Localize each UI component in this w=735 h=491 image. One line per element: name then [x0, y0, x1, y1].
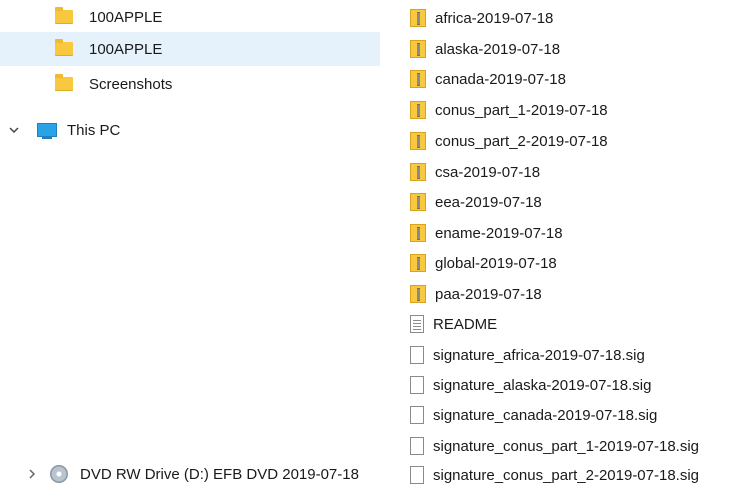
file-icon: [410, 466, 424, 484]
dvd-drive-icon: [50, 465, 68, 483]
file-name: signature_canada-2019-07-18.sig: [433, 406, 658, 424]
file-item[interactable]: signature_canada-2019-07-18.sig: [410, 403, 657, 427]
file-item[interactable]: README: [410, 312, 497, 336]
file-item[interactable]: alaska-2019-07-18: [410, 37, 560, 61]
file-item[interactable]: paa-2019-07-18: [410, 282, 542, 306]
nav-item-label: Screenshots: [89, 75, 173, 93]
file-item[interactable]: signature_alaska-2019-07-18.sig: [410, 373, 651, 397]
nav-item-label: This PC: [67, 121, 121, 139]
file-name: ename-2019-07-18: [435, 224, 563, 242]
file-item[interactable]: eea-2019-07-18: [410, 190, 542, 214]
file-name: conus_part_2-2019-07-18: [435, 132, 608, 150]
file-icon: [410, 376, 424, 394]
file-item[interactable]: africa-2019-07-18: [410, 6, 553, 30]
nav-item-label: 100APPLE: [89, 8, 163, 26]
navigation-pane: 100APPLE 100APPLE Screenshots This PC DV…: [0, 0, 380, 491]
computer-icon: [37, 123, 57, 139]
file-item[interactable]: signature_africa-2019-07-18.sig: [410, 343, 645, 367]
zip-folder-icon: [410, 285, 426, 303]
file-item[interactable]: csa-2019-07-18: [410, 160, 540, 184]
file-name: conus_part_1-2019-07-18: [435, 101, 608, 119]
zip-folder-icon: [410, 254, 426, 272]
zip-folder-icon: [410, 193, 426, 211]
zip-folder-icon: [410, 9, 426, 27]
file-item[interactable]: canada-2019-07-18: [410, 67, 566, 91]
zip-folder-icon: [410, 70, 426, 88]
file-item[interactable]: ename-2019-07-18: [410, 221, 563, 245]
file-icon: [410, 406, 424, 424]
file-name: README: [433, 315, 498, 333]
nav-item-label: 100APPLE: [89, 40, 163, 58]
file-name: paa-2019-07-18: [435, 285, 542, 303]
zip-folder-icon: [410, 101, 426, 119]
zip-folder-icon: [410, 132, 426, 150]
nav-item-this-pc[interactable]: This PC: [0, 113, 380, 147]
zip-folder-icon: [410, 40, 426, 58]
folder-icon: [55, 74, 73, 91]
file-icon: [410, 437, 424, 455]
nav-item-dvd-drive[interactable]: DVD RW Drive (D:) EFB DVD 2019-07-18: [0, 457, 380, 491]
nav-item-label: DVD RW Drive (D:) EFB DVD 2019-07-18: [80, 465, 359, 483]
nav-item-screenshots[interactable]: Screenshots: [0, 67, 380, 101]
zip-folder-icon: [410, 163, 426, 181]
file-icon: [410, 346, 424, 364]
zip-folder-icon: [410, 224, 426, 242]
file-name: signature_alaska-2019-07-18.sig: [433, 376, 652, 394]
chevron-right-icon[interactable]: [25, 467, 39, 481]
file-name: eea-2019-07-18: [435, 193, 542, 211]
chevron-down-icon[interactable]: [7, 123, 21, 137]
file-name: signature_conus_part_2-2019-07-18.sig: [433, 466, 700, 484]
file-item[interactable]: conus_part_2-2019-07-18: [410, 129, 608, 153]
text-file-icon: [410, 315, 424, 333]
file-name: alaska-2019-07-18: [435, 40, 561, 58]
nav-item-100apple[interactable]: 100APPLE: [0, 0, 380, 34]
file-list: africa-2019-07-18 alaska-2019-07-18 cana…: [380, 0, 735, 491]
file-item[interactable]: signature_conus_part_2-2019-07-18.sig: [410, 463, 699, 487]
file-name: signature_africa-2019-07-18.sig: [433, 346, 645, 364]
folder-icon: [55, 39, 73, 56]
folder-icon: [55, 7, 73, 24]
nav-item-100apple-selected[interactable]: 100APPLE: [0, 32, 380, 66]
file-item[interactable]: global-2019-07-18: [410, 251, 557, 275]
file-item[interactable]: signature_conus_part_1-2019-07-18.sig: [410, 434, 699, 458]
file-item[interactable]: conus_part_1-2019-07-18: [410, 98, 608, 122]
file-name: canada-2019-07-18: [435, 70, 566, 88]
file-name: csa-2019-07-18: [435, 163, 541, 181]
file-name: global-2019-07-18: [435, 254, 557, 272]
file-name: africa-2019-07-18: [435, 9, 554, 27]
file-name: signature_conus_part_1-2019-07-18.sig: [433, 437, 700, 455]
